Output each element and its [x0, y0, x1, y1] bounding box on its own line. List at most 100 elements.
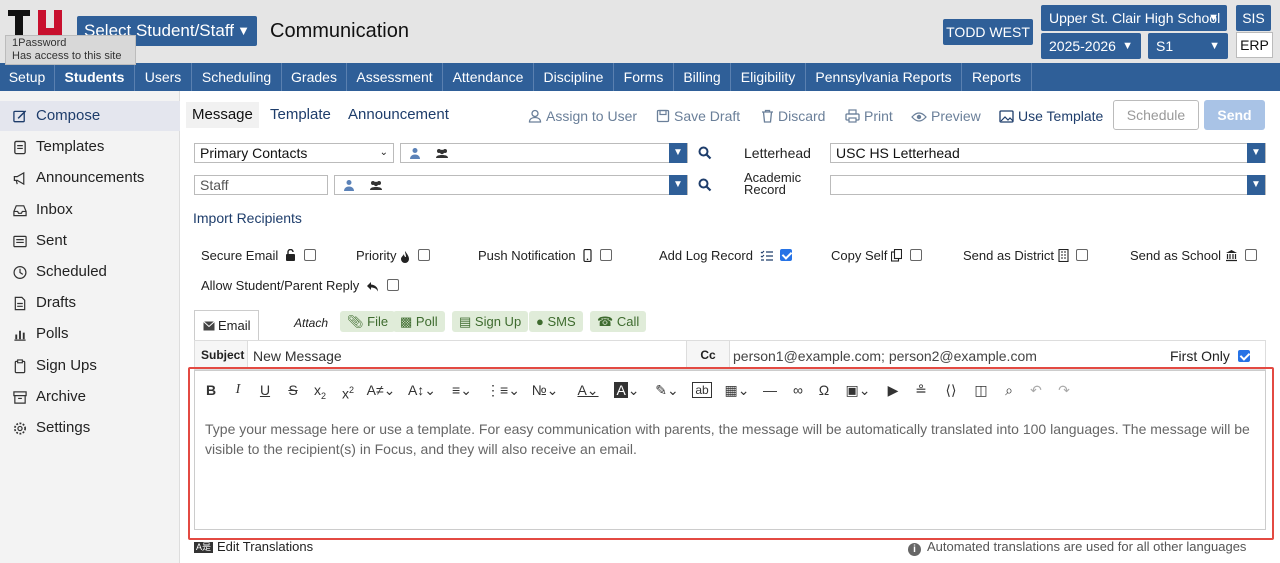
recipient-picker[interactable]: ▼ [400, 143, 688, 163]
add-log-record-option[interactable]: Add Log Record [659, 247, 793, 265]
discard-button[interactable]: Discard [761, 107, 825, 125]
priority-checkbox[interactable] [417, 249, 430, 261]
align-dropdown-icon[interactable]: ≡⌄ [446, 381, 478, 399]
nav-students[interactable]: Students [55, 63, 135, 91]
copy-self-checkbox[interactable] [909, 249, 922, 261]
send-as-district-option[interactable]: Send as District [963, 247, 1089, 265]
priority-option[interactable]: Priority [356, 247, 430, 265]
search-icon[interactable] [698, 178, 712, 192]
subscript-icon[interactable]: x2 [310, 381, 330, 401]
underline-icon[interactable]: U [257, 381, 273, 399]
user-button[interactable]: TODD WEST [943, 19, 1033, 45]
nav-forms[interactable]: Forms [614, 63, 674, 91]
highlight-icon[interactable]: ✎⌄ [650, 381, 684, 399]
caret-down-icon[interactable]: ▼ [669, 143, 687, 163]
nav-pennsylvania-reports[interactable]: Pennsylvania Reports [806, 63, 962, 91]
email-tab[interactable]: Email [194, 310, 259, 340]
strikethrough-icon[interactable]: S [285, 381, 301, 399]
send-as-district-checkbox[interactable] [1076, 249, 1089, 261]
nav-scheduling[interactable]: Scheduling [192, 63, 282, 91]
nav-attendance[interactable]: Attendance [443, 63, 534, 91]
edit-translations-button[interactable]: A是 Edit Translations [194, 539, 313, 554]
italic-icon[interactable]: I [230, 381, 246, 399]
school-select[interactable]: Upper St. Clair High School ▼ [1041, 5, 1227, 31]
send-as-school-checkbox[interactable] [1245, 249, 1258, 261]
special-format-icon[interactable]: ab [692, 382, 712, 398]
nav-billing[interactable]: Billing [674, 63, 731, 91]
first-only-checkbox[interactable] [1237, 350, 1250, 362]
attach-sms-chip[interactable]: ● SMS [529, 311, 583, 332]
recipient-type-select[interactable]: Primary Contacts ⌄ [194, 143, 394, 163]
font-style-dropdown-icon[interactable]: A≠⌄ [366, 381, 396, 399]
attach-file-chip[interactable]: 📎︎ File [340, 311, 396, 332]
background-color-icon[interactable]: A ⌄ [612, 381, 642, 399]
source-code-icon[interactable]: ⟨⟩ [940, 381, 962, 399]
sidebar-item-drafts[interactable]: Drafts [0, 288, 180, 318]
attach-signup-chip[interactable]: ▤ Sign Up [452, 311, 529, 332]
sidebar-item-settings[interactable]: Settings [0, 413, 180, 443]
nav-setup[interactable]: Setup [0, 63, 55, 91]
first-only-option[interactable]: First Only [1170, 341, 1250, 369]
term-select[interactable]: S1 ▼ [1148, 33, 1228, 59]
link-icon[interactable]: ∞ [788, 381, 808, 399]
push-notification-option[interactable]: Push Notification [478, 247, 612, 265]
redo-icon[interactable]: ↷ [1054, 381, 1074, 399]
secure-email-checkbox[interactable] [303, 249, 316, 261]
insert-image-icon[interactable]: ▣⌄ [840, 381, 876, 399]
nav-reports[interactable]: Reports [962, 63, 1032, 91]
numbered-list-icon[interactable]: №⌄ [528, 381, 562, 399]
push-notification-checkbox[interactable] [599, 249, 612, 261]
allow-reply-checkbox[interactable] [386, 279, 399, 291]
attach-poll-chip[interactable]: ▩ Poll [393, 311, 445, 332]
print-button[interactable]: Print [845, 107, 893, 125]
send-button[interactable]: Send [1204, 100, 1265, 130]
superscript-icon[interactable]: x2 [338, 381, 358, 402]
nav-users[interactable]: Users [135, 63, 192, 91]
text-color-icon[interactable]: A⌄ [574, 381, 602, 399]
import-recipients-link[interactable]: Import Recipients [193, 210, 302, 226]
undo-icon[interactable]: ↶ [1026, 381, 1046, 399]
tab-announcement[interactable]: Announcement [348, 102, 449, 128]
sidebar-item-archive[interactable]: Archive [0, 382, 180, 412]
preview-button[interactable]: Preview [911, 107, 981, 125]
bullet-list-icon[interactable]: ⋮≡⌄ [486, 381, 520, 399]
sis-button[interactable]: SIS [1236, 5, 1271, 31]
font-size-dropdown-icon[interactable]: A↕⌄ [406, 381, 438, 399]
staff-input[interactable]: Staff [194, 175, 328, 195]
media-icon[interactable]: ▶ [882, 381, 904, 399]
sidebar-item-sent[interactable]: Sent [0, 226, 180, 256]
sidebar-item-compose[interactable]: Compose [0, 101, 180, 131]
sidebar-item-scheduled[interactable]: Scheduled [0, 257, 180, 287]
tab-template[interactable]: Template [270, 102, 331, 128]
allow-reply-option[interactable]: Allow Student/Parent Reply [201, 277, 399, 295]
search-icon[interactable] [698, 146, 712, 160]
secure-email-option[interactable]: Secure Email [201, 247, 316, 265]
year-select[interactable]: 2025-2026 ▼ [1041, 33, 1141, 59]
subject-input[interactable]: New Message [253, 341, 683, 369]
sidebar-item-sign-ups[interactable]: Sign Ups [0, 351, 180, 381]
sidebar-item-announcements[interactable]: Announcements [0, 163, 180, 193]
sidebar-item-polls[interactable]: Polls [0, 319, 180, 349]
erp-button[interactable]: ERP [1236, 32, 1273, 58]
table-icon[interactable]: ▦⌄ [720, 381, 754, 399]
use-template-button[interactable]: Use Template [999, 107, 1103, 125]
nav-discipline[interactable]: Discipline [534, 63, 614, 91]
html-icon[interactable]: ◫ [970, 381, 992, 399]
assign-to-user-button[interactable]: Assign to User [528, 107, 637, 125]
find-replace-icon[interactable]: ⌕ [998, 381, 1020, 399]
add-log-record-checkbox[interactable] [780, 249, 793, 261]
tab-message[interactable]: Message [186, 102, 259, 128]
nav-assessment[interactable]: Assessment [347, 63, 443, 91]
attach-call-chip[interactable]: ☎ Call [590, 311, 647, 332]
copy-self-option[interactable]: Copy Self [831, 247, 922, 265]
bold-icon[interactable]: B [203, 381, 219, 399]
cc-input[interactable]: person1@example.com; person2@example.com [733, 341, 1153, 369]
academic-record-select[interactable]: ▼ [830, 175, 1266, 195]
letterhead-select[interactable]: USC HS Letterhead ▼ [830, 143, 1266, 163]
sidebar-item-inbox[interactable]: Inbox [0, 195, 180, 225]
staff-picker[interactable]: ▼ [334, 175, 688, 195]
nav-grades[interactable]: Grades [282, 63, 347, 91]
special-character-icon[interactable]: Ω [815, 381, 833, 399]
horizontal-rule-icon[interactable]: — [760, 381, 780, 399]
save-draft-button[interactable]: Save Draft [656, 107, 740, 125]
